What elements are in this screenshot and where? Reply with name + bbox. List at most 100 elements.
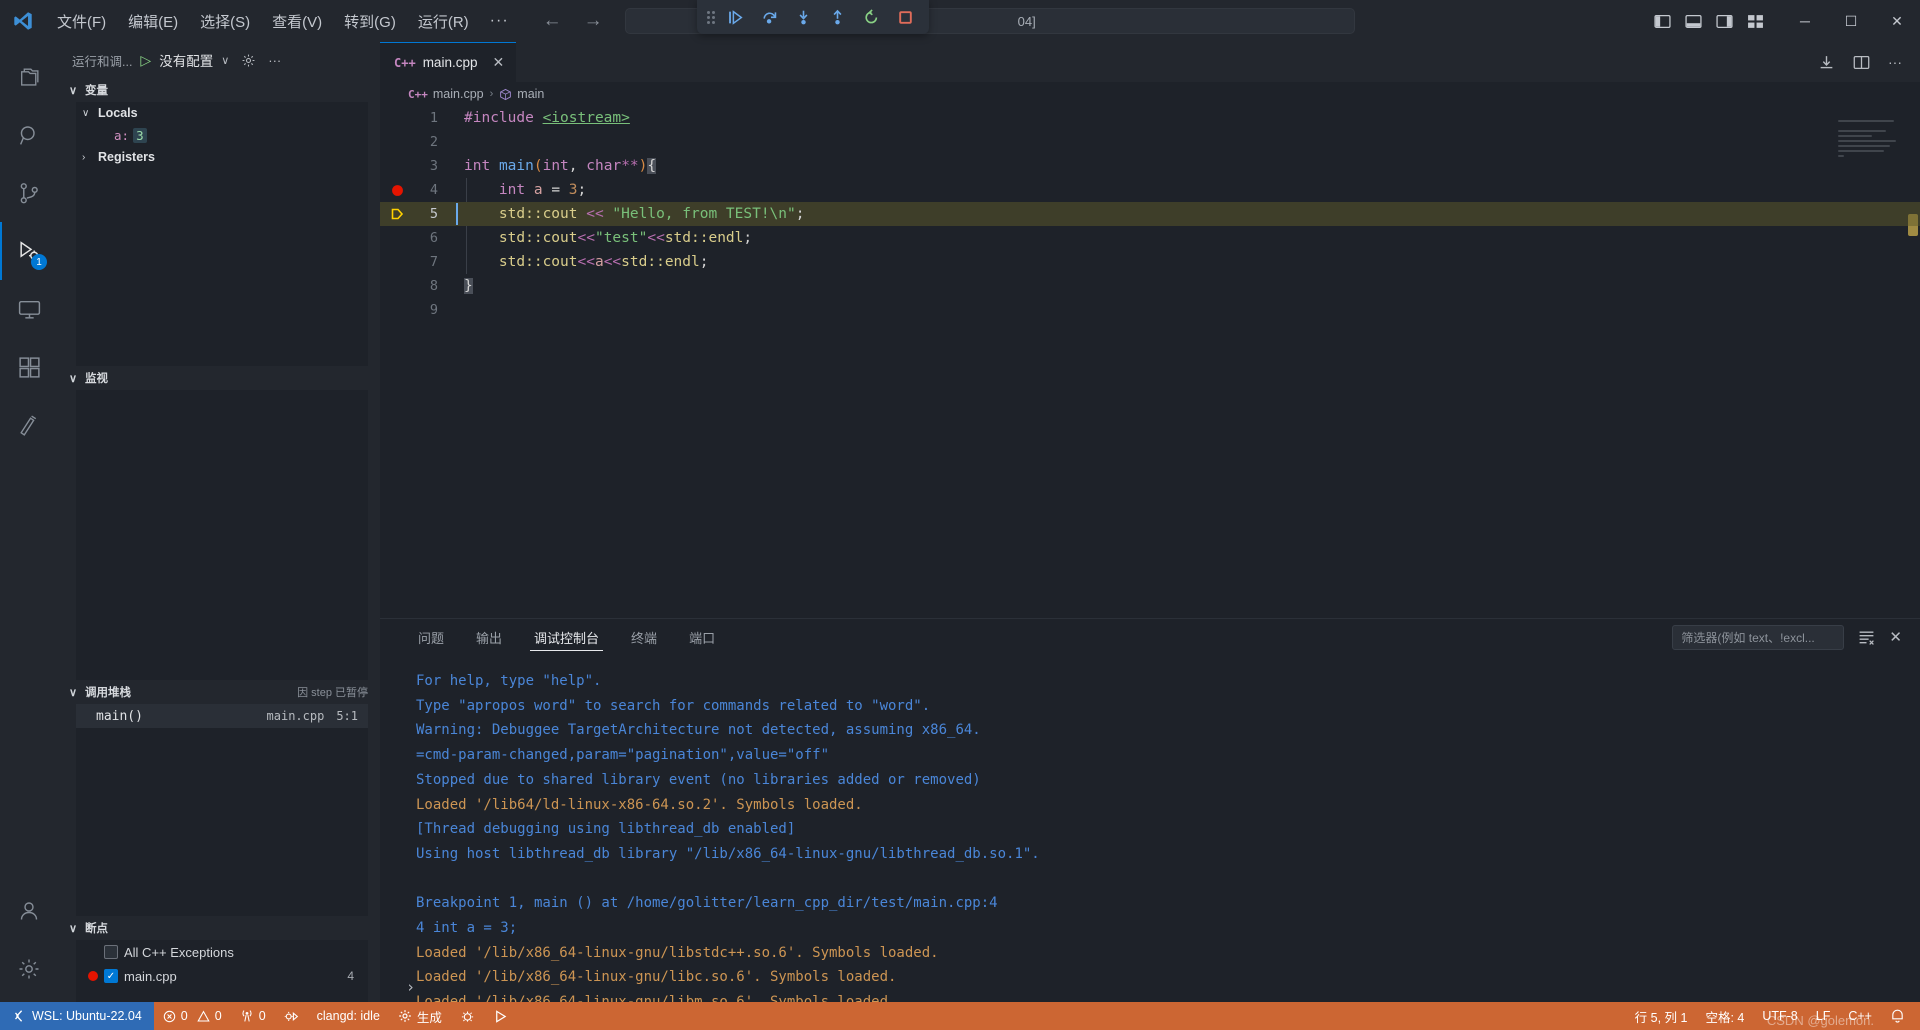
- sidebar-item-remote-explorer[interactable]: [0, 280, 58, 338]
- code-editor[interactable]: 1 #include <iostream> 2 3 int main(int, …: [380, 106, 1920, 618]
- run-download-icon[interactable]: [1818, 54, 1835, 71]
- token-stdendl: std::endl: [664, 230, 744, 246]
- status-remote-wsl[interactable]: WSL: Ubuntu-22.04: [0, 1002, 154, 1030]
- debug-restart-button[interactable]: [857, 4, 885, 30]
- manage-settings-icon[interactable]: [0, 940, 58, 998]
- callstack-section: ∨ 调用堆栈 因 step 已暂停 main() main.cpp 5:1: [58, 680, 380, 916]
- status-ports[interactable]: 0: [231, 1002, 275, 1030]
- debug-step-out-button[interactable]: [823, 4, 851, 30]
- chevron-down-icon[interactable]: ∨: [221, 54, 229, 67]
- sidebar-item-run-and-debug[interactable]: 1: [0, 222, 58, 280]
- debug-step-into-button[interactable]: [789, 4, 817, 30]
- indent-guide: [466, 250, 467, 274]
- breakpoint-row[interactable]: All C++ Exceptions: [76, 940, 368, 964]
- breakpoint-glyph[interactable]: [380, 184, 414, 197]
- menu-go[interactable]: 转到(G): [333, 7, 407, 36]
- debug-continue-button[interactable]: [721, 4, 749, 30]
- callstack-list[interactable]: main() main.cpp 5:1: [76, 704, 368, 916]
- status-language-mode[interactable]: C++: [1839, 1002, 1881, 1030]
- breakpoint-checkbox[interactable]: [104, 945, 118, 959]
- menu-view[interactable]: 查看(V): [261, 7, 333, 36]
- token-semicolon: ;: [699, 254, 709, 270]
- clear-console-icon[interactable]: [1858, 629, 1875, 646]
- customize-layout-icon[interactable]: [1747, 13, 1764, 30]
- debug-stop-button[interactable]: [891, 4, 919, 30]
- start-debugging-icon[interactable]: ▷: [140, 52, 151, 69]
- status-encoding[interactable]: UTF-8: [1753, 1002, 1806, 1030]
- status-problems[interactable]: 0 0: [154, 1002, 231, 1030]
- breakpoints-list[interactable]: All C++ Exceptions ✓ main.cpp 4: [76, 940, 368, 1002]
- variables-title: 变量: [85, 85, 108, 97]
- accounts-icon[interactable]: [0, 882, 58, 940]
- breakpoint-checkbox[interactable]: ✓: [104, 969, 118, 983]
- drag-handle-icon[interactable]: [707, 10, 715, 24]
- menu-file[interactable]: 文件(F): [46, 7, 117, 36]
- sidebar-item-extensions[interactable]: [0, 338, 58, 396]
- sidebar-item-testing[interactable]: [0, 396, 58, 454]
- window-right-controls: ─ ☐ ✕: [1654, 0, 1920, 42]
- toggle-panel-icon[interactable]: [1685, 13, 1702, 30]
- debug-console-input[interactable]: ›: [380, 972, 1920, 1002]
- status-notifications-icon[interactable]: [1881, 1002, 1914, 1030]
- split-editor-icon[interactable]: [1853, 54, 1870, 71]
- menu-selection[interactable]: 选择(S): [189, 7, 261, 36]
- menu-more-icon[interactable]: ···: [480, 8, 519, 34]
- go-back-icon[interactable]: ←: [543, 10, 562, 32]
- status-indentation[interactable]: 空格: 4: [1696, 1002, 1753, 1030]
- variable-row[interactable]: a: 3: [76, 124, 368, 146]
- tab-problems[interactable]: 问题: [404, 619, 458, 655]
- status-bar: WSL: Ubuntu-22.04 0 0 0 clangd: idle 生成 …: [0, 1002, 1920, 1030]
- watch-list[interactable]: [76, 390, 368, 680]
- status-debug-run[interactable]: [451, 1002, 484, 1030]
- console-filter-input[interactable]: 筛选器(例如 text、!excl...: [1672, 624, 1845, 650]
- status-line-col[interactable]: 行 5, 列 1: [1626, 1002, 1697, 1030]
- breadcrumb-symbol[interactable]: main: [499, 87, 544, 101]
- variables-group-registers[interactable]: › Registers: [76, 146, 368, 168]
- sidebar-header: 运行和调... ▷ 没有配置 ∨ ···: [58, 42, 380, 78]
- variables-tree[interactable]: ∨ Locals a: 3 › Registers: [76, 102, 368, 366]
- status-run-button[interactable]: [484, 1002, 517, 1030]
- tab-terminal[interactable]: 终端: [617, 619, 671, 655]
- sidebar-item-search[interactable]: [0, 106, 58, 164]
- status-build[interactable]: 生成: [389, 1002, 451, 1030]
- toggle-secondary-sidebar-icon[interactable]: [1716, 13, 1733, 30]
- variable-value: 3: [133, 127, 147, 143]
- breakpoint-row[interactable]: ✓ main.cpp 4: [76, 964, 368, 988]
- callstack-section-header[interactable]: ∨ 调用堆栈 因 step 已暂停: [58, 680, 380, 704]
- close-panel-icon[interactable]: ✕: [1889, 628, 1902, 646]
- debug-current-line-arrow-icon: [380, 207, 414, 221]
- tab-debug-console[interactable]: 调试控制台: [520, 619, 613, 655]
- registers-label: Registers: [98, 150, 155, 164]
- sidebar-more-actions-icon[interactable]: ···: [268, 53, 281, 68]
- menu-edit[interactable]: 编辑(E): [117, 7, 189, 36]
- variables-section-header[interactable]: ∨ 变量: [58, 78, 380, 102]
- window-minimize-button[interactable]: ─: [1782, 0, 1828, 42]
- close-icon[interactable]: ✕: [492, 54, 504, 71]
- tab-ports[interactable]: 端口: [675, 619, 729, 655]
- toggle-primary-sidebar-icon[interactable]: [1654, 13, 1671, 30]
- callstack-frame[interactable]: main() main.cpp 5:1: [76, 704, 368, 728]
- window-maximize-button[interactable]: ☐: [1828, 0, 1874, 42]
- go-forward-icon[interactable]: →: [584, 10, 603, 32]
- status-debug-icon[interactable]: [275, 1002, 308, 1030]
- debug-step-over-button[interactable]: [755, 4, 783, 30]
- sidebar-item-source-control[interactable]: [0, 164, 58, 222]
- variables-group-locals[interactable]: ∨ Locals: [76, 102, 368, 124]
- more-actions-icon[interactable]: ···: [1888, 54, 1902, 70]
- breadcrumb-file[interactable]: C++ main.cpp: [408, 87, 484, 101]
- status-clangd[interactable]: clangd: idle: [308, 1002, 389, 1030]
- debug-configuration-label[interactable]: 没有配置: [159, 50, 213, 70]
- build-label: 生成: [416, 1010, 442, 1025]
- menu-run[interactable]: 运行(R): [407, 7, 480, 36]
- callstack-title: 调用堆栈: [85, 687, 131, 699]
- editor-tab-main-cpp[interactable]: C++ main.cpp ✕: [380, 42, 517, 82]
- gear-icon[interactable]: [241, 53, 256, 68]
- editor-tab-bar: C++ main.cpp ✕ ···: [380, 42, 1920, 82]
- watch-section-header[interactable]: ∨ 监视: [58, 366, 380, 390]
- tab-output[interactable]: 输出: [462, 619, 516, 655]
- status-eol[interactable]: LF: [1807, 1002, 1840, 1030]
- window-close-button[interactable]: ✕: [1874, 0, 1920, 42]
- debug-console-output[interactable]: For help, type "help". Type "apropos wor…: [380, 655, 1920, 1002]
- sidebar-item-explorer[interactable]: [0, 48, 58, 106]
- breakpoints-section-header[interactable]: ∨ 断点: [58, 916, 380, 940]
